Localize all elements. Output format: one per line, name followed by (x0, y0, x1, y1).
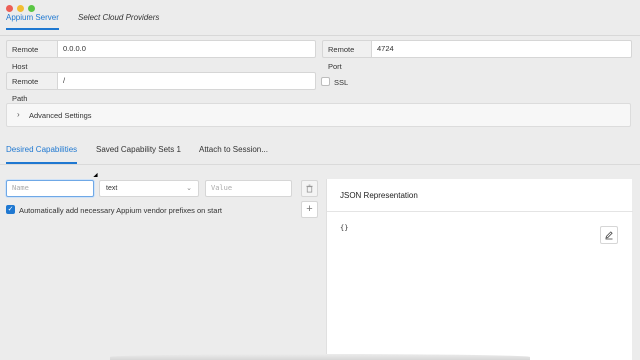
trash-icon (306, 184, 313, 193)
tab-desired-capabilities[interactable]: Desired Capabilities (6, 145, 78, 164)
delete-capability-button[interactable] (301, 180, 318, 197)
bottom-shadow (110, 354, 530, 360)
remote-port-label: Remote Port (322, 40, 372, 71)
tab-attach-to-session[interactable]: Attach to Session... (199, 145, 268, 154)
capability-type-select[interactable]: text ⌄ (99, 180, 199, 197)
tab-saved-capability-sets[interactable]: Saved Capability Sets 1 (96, 145, 181, 154)
capability-value-input[interactable]: Value (205, 180, 292, 197)
auto-prefix-checkbox[interactable]: ✓ (6, 205, 15, 214)
remote-host-label: Remote Host (6, 40, 58, 71)
remote-path-label: Remote Path (6, 72, 58, 103)
ssl-checkbox[interactable] (321, 77, 330, 86)
minimize-window-button[interactable] (17, 5, 24, 12)
json-panel-divider (327, 211, 633, 212)
json-panel-title: JSON Representation (340, 191, 418, 200)
auto-prefix-label: Automatically add necessary Appium vendo… (19, 206, 223, 215)
ssl-label: SSL (334, 78, 349, 87)
capability-name-input[interactable]: Name (6, 180, 94, 197)
remote-port-input[interactable]: 4724 (372, 40, 632, 58)
remote-path-input[interactable]: / (58, 72, 316, 90)
edit-json-button[interactable] (600, 226, 618, 244)
json-representation-panel: JSON Representation {} (326, 179, 633, 360)
json-content: {} (340, 224, 349, 232)
pencil-icon (605, 231, 613, 240)
tab-select-cloud-providers[interactable]: Select Cloud Providers (78, 13, 159, 22)
tabs-divider (0, 164, 640, 165)
chevron-down-icon: ⌄ (186, 185, 192, 192)
advanced-settings-title: Advanced Settings (29, 111, 92, 120)
tab-appium-server[interactable]: Appium Server (6, 13, 59, 30)
remote-host-input[interactable]: 0.0.0.0 (58, 40, 316, 58)
capability-type-value: text (106, 185, 118, 192)
mouse-cursor (93, 172, 100, 180)
advanced-settings-panel[interactable]: › Advanced Settings (6, 103, 631, 127)
chevron-right-icon: › (17, 110, 20, 119)
add-capability-button[interactable]: + (301, 201, 318, 218)
close-window-button[interactable] (6, 5, 13, 12)
title-bar: Appium Server Select Cloud Providers (0, 0, 640, 36)
plus-icon: + (306, 203, 313, 215)
zoom-window-button[interactable] (28, 5, 35, 12)
